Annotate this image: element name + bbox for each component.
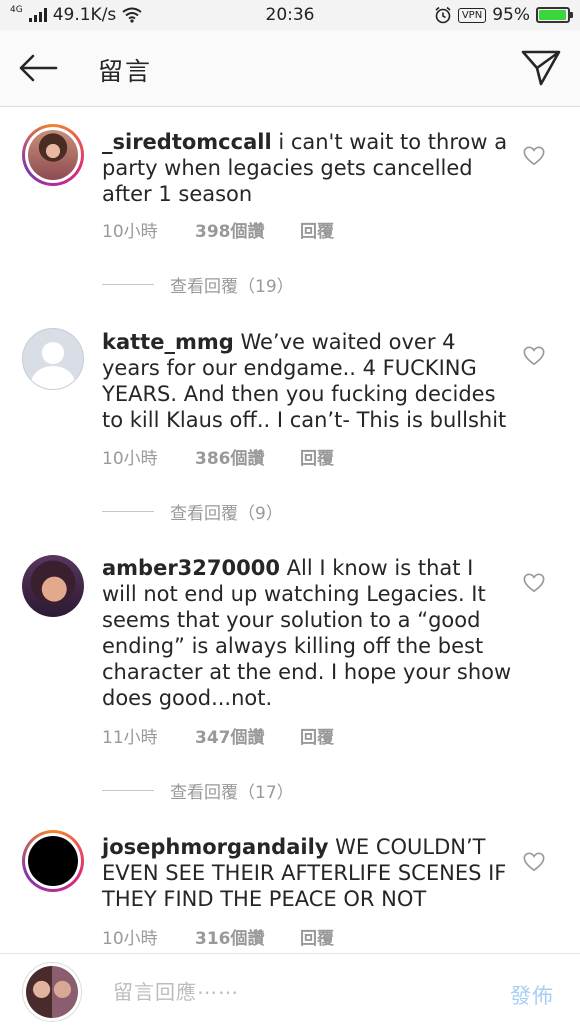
comment-text: josephmorgandaily WE COULDN’T EVEN SEE T… xyxy=(102,834,512,912)
view-replies-button[interactable]: 查看回覆（17） xyxy=(102,778,294,803)
likes-count[interactable]: 347個讚 xyxy=(195,723,300,748)
comment-text: _siredtomccall i can't wait to throw a p… xyxy=(102,129,512,207)
view-replies-label: 查看回覆（9） xyxy=(170,504,283,524)
comment-username[interactable]: katte_mmg xyxy=(102,330,234,354)
view-replies-label: 查看回覆（19） xyxy=(170,277,294,297)
comment-username[interactable]: josephmorgandaily xyxy=(102,835,328,859)
wifi-icon xyxy=(122,7,142,23)
view-replies-label: 查看回覆（17） xyxy=(170,783,294,803)
comment-composer: 發佈 xyxy=(0,953,580,1031)
avatar[interactable] xyxy=(22,328,84,390)
my-avatar xyxy=(22,962,82,1022)
likes-count[interactable]: 316個讚 xyxy=(195,924,300,949)
reply-button[interactable]: 回覆 xyxy=(300,217,334,242)
vpn-badge: VPN xyxy=(457,7,487,23)
top-nav-bar: 留言 xyxy=(0,30,580,107)
comment-meta: 11小時 347個讚 回覆 xyxy=(102,723,334,748)
alarm-clock-icon xyxy=(435,6,451,24)
view-replies-button[interactable]: 查看回覆（19） xyxy=(102,272,294,297)
status-left: 4G 49.1K/s xyxy=(10,5,142,25)
status-bar: 4G 49.1K/s 20:36 VPN 95% xyxy=(0,0,580,30)
reply-button[interactable]: 回覆 xyxy=(300,444,334,469)
battery-icon xyxy=(536,7,573,23)
divider-line xyxy=(102,790,154,791)
comment-meta: 10小時 316個讚 回覆 xyxy=(102,924,334,949)
comment-meta: 10小時 386個讚 回覆 xyxy=(102,444,334,469)
likes-count[interactable]: 386個讚 xyxy=(195,444,300,469)
comment-username[interactable]: amber3270000 xyxy=(102,556,280,580)
avatar[interactable] xyxy=(22,124,84,186)
arrow-left-icon xyxy=(19,54,58,82)
comment-text: amber3270000 All I know is that I will n… xyxy=(102,555,512,711)
avatar[interactable] xyxy=(22,555,84,617)
share-button[interactable] xyxy=(520,48,562,88)
comment-time: 10小時 xyxy=(102,449,158,469)
comment-time: 10小時 xyxy=(102,222,158,242)
heart-icon[interactable] xyxy=(523,145,545,167)
reply-button[interactable]: 回覆 xyxy=(300,723,334,748)
heart-icon[interactable] xyxy=(523,572,545,594)
reply-button[interactable]: 回覆 xyxy=(300,924,334,949)
back-button[interactable] xyxy=(17,50,59,86)
divider-line xyxy=(102,284,154,285)
heart-icon[interactable] xyxy=(523,851,545,873)
comment-input[interactable] xyxy=(113,980,473,1004)
likes-count[interactable]: 398個讚 xyxy=(195,217,300,242)
network-type: 4G xyxy=(10,5,23,15)
battery-percent: 95% xyxy=(492,5,530,25)
page-title: 留言 xyxy=(98,57,153,86)
post-button[interactable]: 發佈 xyxy=(510,980,554,1010)
signal-bars-icon xyxy=(28,8,47,22)
comment-text: katte_mmg We’ve waited over 4 years for … xyxy=(102,329,512,433)
view-replies-button[interactable]: 查看回覆（9） xyxy=(102,499,283,524)
heart-icon[interactable] xyxy=(523,345,545,367)
status-right: VPN 95% xyxy=(434,5,573,25)
paper-plane-icon xyxy=(521,50,561,86)
network-speed: 49.1K/s xyxy=(52,5,117,25)
comment-time: 10小時 xyxy=(102,929,158,949)
comment-username[interactable]: _siredtomccall xyxy=(102,130,272,154)
divider-line xyxy=(102,511,154,512)
comment-time: 11小時 xyxy=(102,728,158,748)
comment-meta: 10小時 398個讚 回覆 xyxy=(102,217,334,242)
avatar[interactable] xyxy=(22,830,84,892)
